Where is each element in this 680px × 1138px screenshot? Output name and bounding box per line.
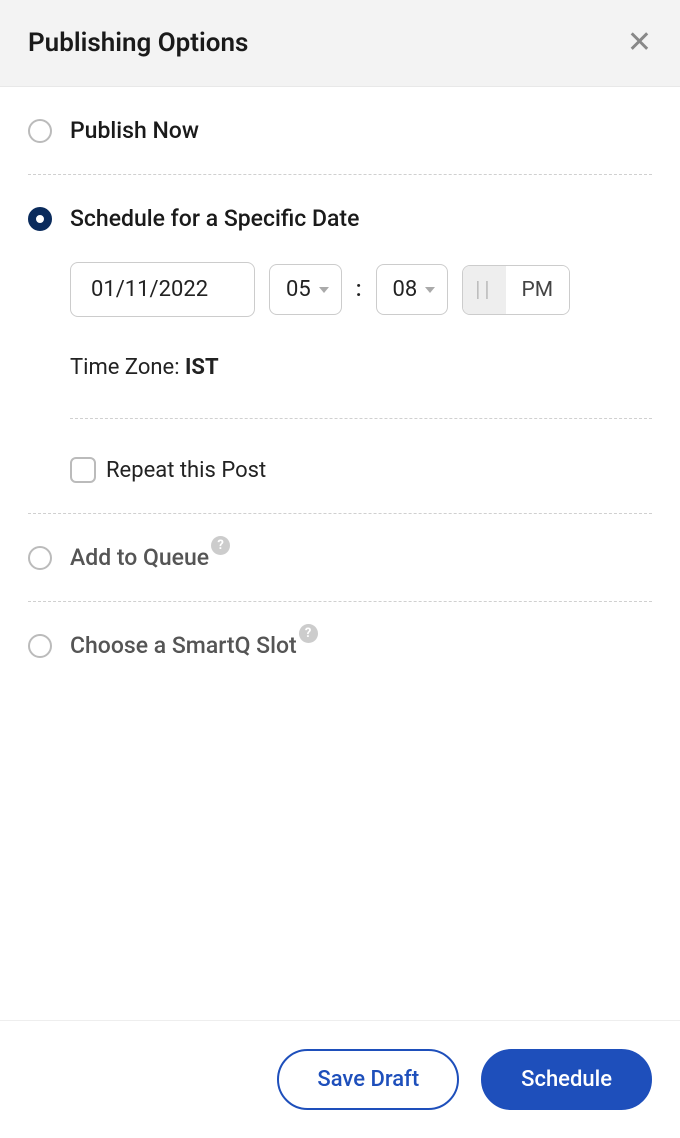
hour-select[interactable]: 05 bbox=[269, 264, 342, 315]
option-schedule[interactable]: Schedule for a Specific Date bbox=[28, 175, 652, 262]
hour-value: 05 bbox=[286, 277, 311, 302]
timezone-label: Time Zone: bbox=[70, 355, 185, 380]
date-input[interactable] bbox=[70, 262, 255, 317]
ampm-toggle[interactable]: || PM bbox=[462, 265, 570, 315]
option-smartq[interactable]: Choose a SmartQ Slot ? bbox=[28, 602, 652, 689]
am-button[interactable]: || bbox=[463, 266, 505, 314]
dialog-title: Publishing Options bbox=[28, 28, 248, 58]
close-icon: ✕ bbox=[627, 26, 652, 59]
pm-button[interactable]: PM bbox=[506, 266, 570, 314]
repeat-label: Repeat this Post bbox=[106, 458, 266, 483]
radio-queue[interactable] bbox=[28, 546, 52, 570]
option-queue[interactable]: Add to Queue ? bbox=[28, 514, 652, 601]
radio-smartq[interactable] bbox=[28, 634, 52, 658]
radio-schedule[interactable] bbox=[28, 207, 52, 231]
option-publish-now[interactable]: Publish Now bbox=[28, 87, 652, 174]
timezone-value: IST bbox=[185, 355, 219, 380]
repeat-checkbox[interactable] bbox=[70, 457, 96, 483]
label-smartq: Choose a SmartQ Slot bbox=[70, 632, 297, 659]
minute-value: 08 bbox=[393, 277, 418, 302]
help-icon[interactable]: ? bbox=[211, 536, 230, 555]
repeat-row[interactable]: Repeat this Post bbox=[70, 457, 652, 483]
save-draft-button[interactable]: Save Draft bbox=[277, 1049, 459, 1110]
close-button[interactable]: ✕ bbox=[627, 28, 652, 58]
label-publish-now: Publish Now bbox=[70, 117, 199, 144]
chevron-down-icon bbox=[425, 287, 435, 293]
radio-publish-now[interactable] bbox=[28, 119, 52, 143]
dialog-content: Publish Now Schedule for a Specific Date… bbox=[0, 87, 680, 1020]
timezone-row: Time Zone: IST bbox=[70, 355, 652, 380]
dialog-footer: Save Draft Schedule bbox=[0, 1020, 680, 1138]
schedule-button[interactable]: Schedule bbox=[481, 1049, 652, 1110]
help-icon[interactable]: ? bbox=[299, 624, 318, 643]
time-colon: : bbox=[356, 277, 362, 302]
label-schedule: Schedule for a Specific Date bbox=[70, 205, 359, 232]
schedule-details: 05 : 08 || PM Time Zone: IST Repeat this… bbox=[28, 262, 652, 513]
label-queue: Add to Queue bbox=[70, 544, 209, 571]
minute-select[interactable]: 08 bbox=[376, 264, 449, 315]
divider bbox=[70, 418, 652, 419]
datetime-row: 05 : 08 || PM bbox=[70, 262, 652, 317]
dialog-header: Publishing Options ✕ bbox=[0, 0, 680, 87]
chevron-down-icon bbox=[319, 287, 329, 293]
